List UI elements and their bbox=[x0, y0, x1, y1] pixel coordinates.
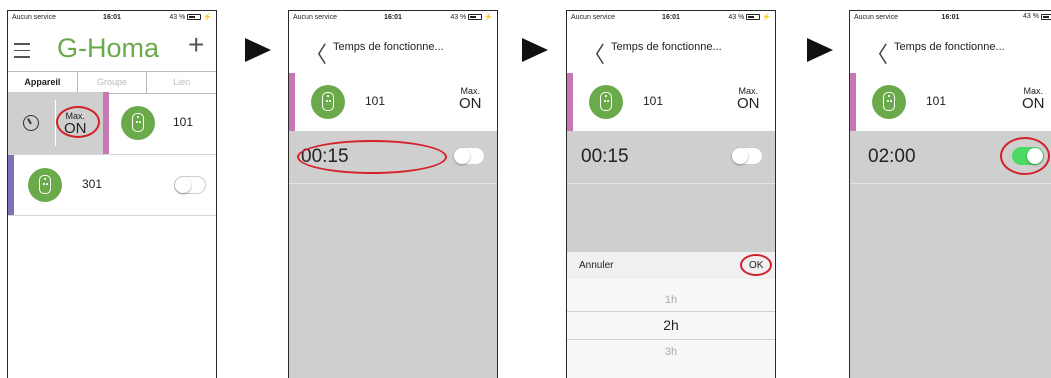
row-accent-bar bbox=[103, 92, 109, 154]
timer-value[interactable]: 00:15 bbox=[581, 146, 629, 168]
row-accent-bar bbox=[8, 155, 14, 215]
highlight-circle bbox=[297, 140, 447, 174]
battery-indicator: 43 % bbox=[1023, 13, 1051, 20]
battery-percent: 43 % bbox=[1023, 13, 1039, 20]
timer-toggle[interactable] bbox=[731, 147, 763, 165]
nav-title: Temps de fonctionne... bbox=[894, 41, 1005, 53]
divider bbox=[8, 215, 216, 216]
status-bar: Aucun service 16:01 43 % ⚡ bbox=[289, 11, 497, 25]
max-on-label: Max. ON bbox=[1022, 86, 1045, 112]
add-icon[interactable]: + bbox=[188, 31, 204, 59]
phone-screen-1: Aucun service 16:01 43 % ⚡ G-Homa + Appa… bbox=[7, 10, 217, 378]
battery-icon bbox=[1041, 13, 1051, 20]
plug-icon bbox=[28, 168, 62, 202]
back-icon[interactable]: 〈 bbox=[583, 37, 605, 69]
battery-percent: 43 % bbox=[169, 13, 186, 21]
cancel-button[interactable]: Annuler bbox=[579, 260, 613, 271]
phone-screen-3: Aucun service 16:01 43 % ⚡ 〈 Temps de fo… bbox=[566, 10, 776, 378]
status-bar: Aucun service 16:01 43 % bbox=[850, 11, 1051, 25]
picker-selection-line bbox=[567, 339, 775, 340]
charging-icon: ⚡ bbox=[203, 14, 212, 21]
timer-panel: 02:00 bbox=[850, 131, 1051, 378]
device-name: 101 bbox=[365, 94, 386, 108]
app-title: G-Homa bbox=[57, 33, 160, 63]
picker-option-selected[interactable]: 2h bbox=[567, 317, 775, 333]
picker-selection-line bbox=[567, 311, 775, 312]
battery-indicator: 43 % ⚡ bbox=[169, 13, 212, 22]
menu-icon[interactable] bbox=[14, 43, 30, 58]
device-name: 301 bbox=[82, 177, 103, 191]
battery-percent: 43 % bbox=[450, 13, 467, 21]
tab-lien[interactable]: Lien bbox=[147, 72, 216, 93]
highlight-circle bbox=[740, 254, 772, 276]
back-icon[interactable]: 〈 bbox=[305, 37, 327, 69]
plug-icon bbox=[589, 85, 623, 119]
battery-icon bbox=[746, 14, 761, 20]
phone-screen-4: Aucun service 16:01 43 % 〈 Temps de fonc… bbox=[849, 10, 1051, 378]
picker-faded-item bbox=[567, 283, 775, 289]
max-on-label: Max. ON bbox=[459, 86, 482, 112]
max-on-label: Max. ON bbox=[737, 86, 760, 112]
highlight-circle bbox=[1000, 137, 1050, 175]
tab-bar: Appareil Groupe Lien bbox=[8, 71, 216, 94]
device-header-row: 101 Max. ON bbox=[289, 73, 497, 131]
battery-icon bbox=[468, 14, 483, 20]
row-accent-bar bbox=[567, 73, 573, 131]
charging-icon: ⚡ bbox=[762, 14, 771, 21]
device-header-row: 101 Max. ON bbox=[567, 73, 775, 131]
timer-toggle[interactable] bbox=[453, 147, 485, 165]
device-header-row: 101 Max. ON bbox=[850, 73, 1051, 131]
plug-icon bbox=[121, 106, 155, 140]
tab-appareil[interactable]: Appareil bbox=[8, 72, 78, 93]
picker-option[interactable]: 1h bbox=[567, 294, 775, 306]
power-toggle[interactable] bbox=[174, 176, 206, 194]
nav-bar: 〈 Temps de fonctionne... bbox=[289, 25, 497, 73]
row-accent-bar bbox=[850, 73, 856, 131]
timer-icon[interactable] bbox=[23, 115, 39, 131]
next-step-arrow bbox=[245, 38, 271, 62]
battery-percent: 43 % bbox=[728, 13, 745, 21]
device-name: 101 bbox=[926, 94, 947, 108]
device-row-301[interactable]: 301 bbox=[8, 155, 216, 215]
battery-indicator: 43 % ⚡ bbox=[450, 13, 493, 22]
row-accent-bar bbox=[289, 73, 295, 131]
nav-bar: 〈 Temps de fonctionne... bbox=[850, 25, 1051, 73]
device-row-101[interactable]: Max. ON 101 bbox=[8, 92, 216, 154]
status-bar: Aucun service 16:01 43 % ⚡ bbox=[8, 11, 216, 25]
timer-value[interactable]: 02:00 bbox=[868, 146, 916, 168]
picker-option[interactable]: 3h bbox=[567, 346, 775, 358]
back-icon[interactable]: 〈 bbox=[866, 37, 888, 69]
nav-bar: 〈 Temps de fonctionne... bbox=[567, 25, 775, 73]
battery-icon bbox=[187, 14, 202, 20]
nav-title: Temps de fonctionne... bbox=[333, 41, 444, 53]
next-step-arrow bbox=[522, 38, 548, 62]
status-bar: Aucun service 16:01 43 % ⚡ bbox=[567, 11, 775, 25]
next-step-arrow bbox=[807, 38, 833, 62]
clock: 16:01 bbox=[941, 14, 960, 21]
plug-icon bbox=[872, 85, 906, 119]
nav-title: Temps de fonctionne... bbox=[611, 41, 722, 53]
plug-icon bbox=[311, 85, 345, 119]
device-name: 101 bbox=[643, 94, 664, 108]
charging-icon: ⚡ bbox=[484, 14, 493, 21]
phone-screen-2: Aucun service 16:01 43 % ⚡ 〈 Temps de fo… bbox=[288, 10, 498, 378]
timer-panel: 00:15 bbox=[289, 131, 497, 378]
device-name: 101 bbox=[173, 115, 194, 129]
highlight-circle bbox=[56, 106, 100, 138]
swipe-actions: Max. ON bbox=[8, 92, 103, 154]
picker-toolbar: Annuler OK bbox=[567, 251, 775, 280]
hour-picker[interactable]: 1h 2h 3h bbox=[567, 279, 775, 378]
tab-groupe[interactable]: Groupe bbox=[78, 72, 148, 93]
battery-indicator: 43 % ⚡ bbox=[728, 13, 771, 22]
timer-panel: 00:15 bbox=[567, 131, 775, 251]
